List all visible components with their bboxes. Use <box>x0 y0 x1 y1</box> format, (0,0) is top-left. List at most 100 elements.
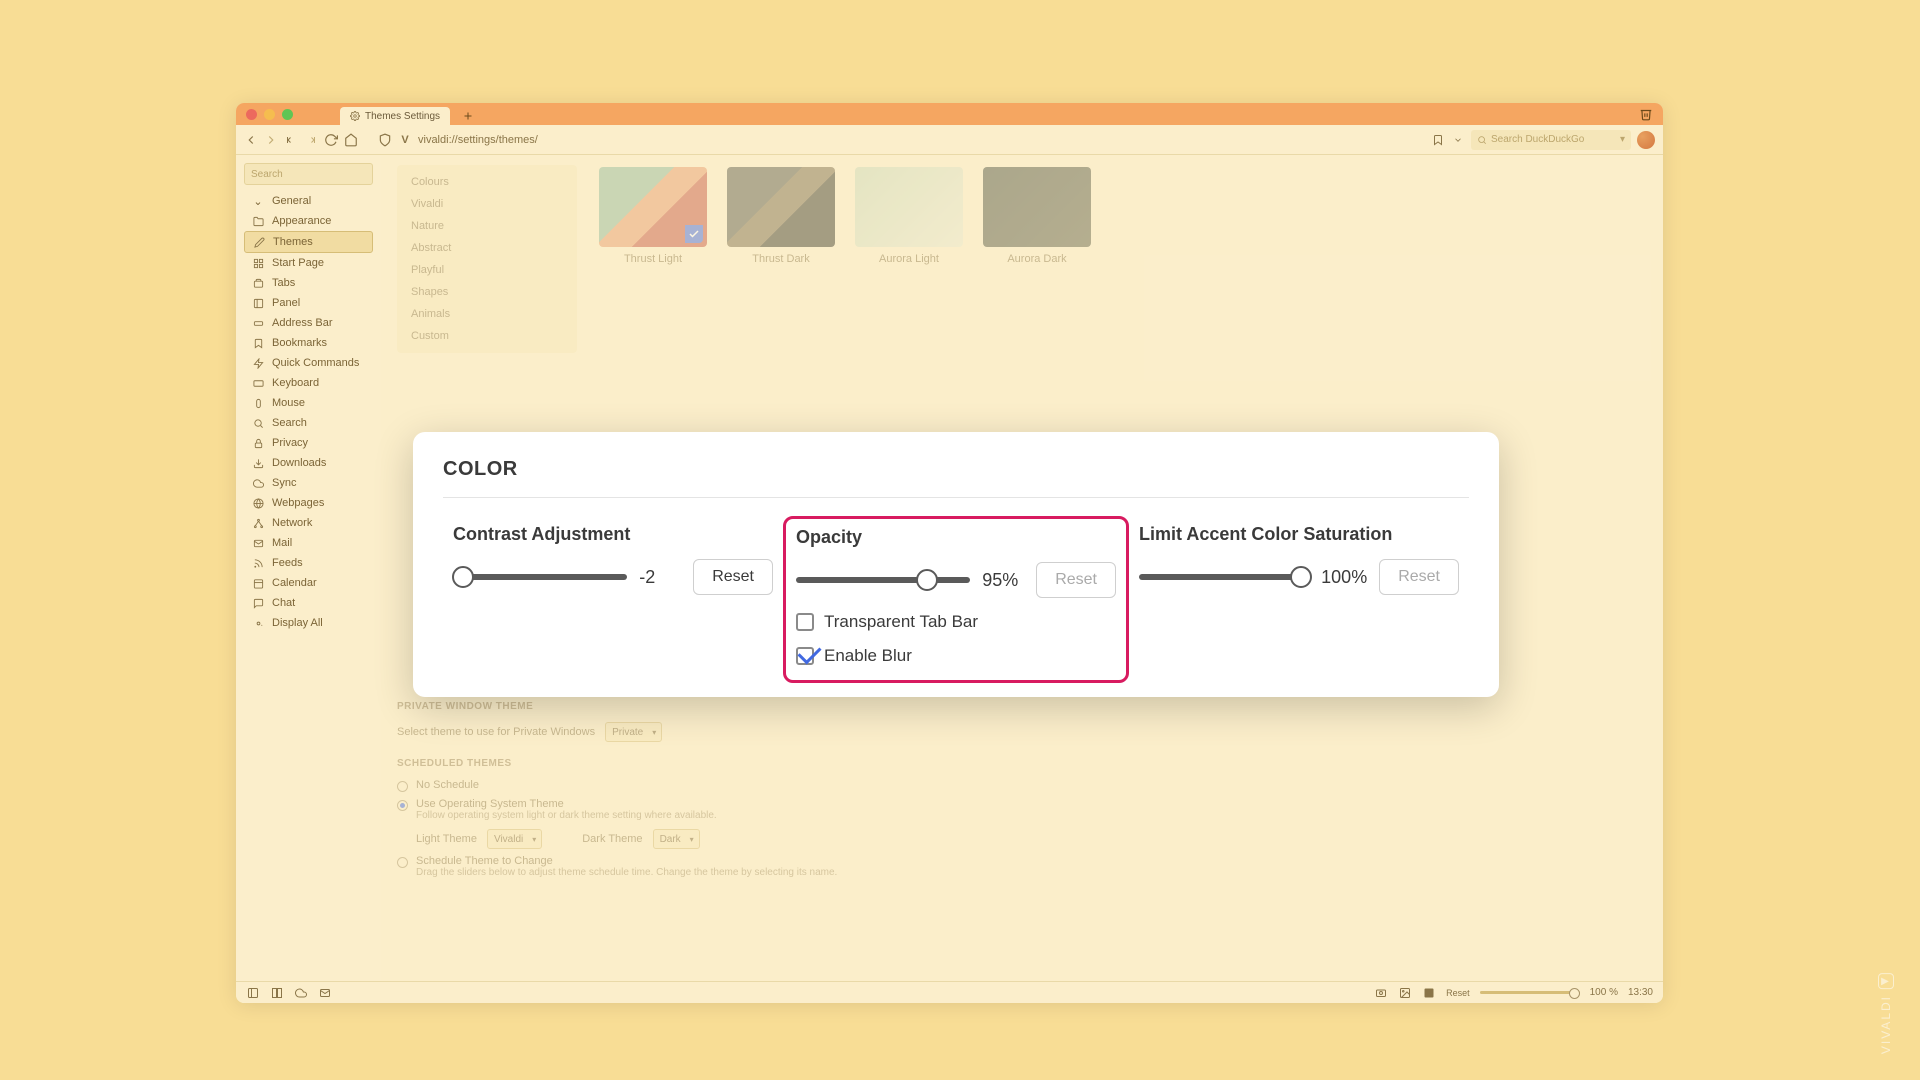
sidebar-item-network[interactable]: Network <box>244 513 373 533</box>
category-abstract[interactable]: Abstract <box>397 237 577 259</box>
bookmark-icon[interactable] <box>1431 133 1445 147</box>
vivaldi-watermark: VIVALDI ▶ <box>1878 973 1894 1054</box>
selected-check-icon <box>685 225 703 243</box>
network-icon <box>252 517 264 529</box>
sidebar-item-tabs[interactable]: Tabs <box>244 273 373 293</box>
clock: 13:30 <box>1628 987 1653 998</box>
rss-icon <box>252 557 264 569</box>
category-playful[interactable]: Playful <box>397 259 577 281</box>
sidebar-item-display-all[interactable]: Display All <box>244 613 373 633</box>
window-close-button[interactable] <box>246 109 257 120</box>
theme-card[interactable]: Aurora Light <box>855 167 963 265</box>
status-bar: Reset 100 % 13:30 <box>236 981 1663 1003</box>
mail-icon <box>252 537 264 549</box>
saturation-slider[interactable] <box>1139 574 1309 580</box>
capture-icon[interactable] <box>1374 986 1388 1000</box>
dark-theme-select[interactable]: Dark <box>653 829 700 849</box>
tiling-icon[interactable] <box>270 986 284 1000</box>
shield-icon[interactable] <box>378 133 392 147</box>
slider-handle[interactable] <box>1290 566 1312 588</box>
radio-no-schedule[interactable]: No Schedule <box>397 779 1647 792</box>
tab-label: Themes Settings <box>365 111 440 122</box>
section-heading: PRIVATE WINDOW THEME <box>397 701 1647 712</box>
sidebar-search-input[interactable]: Search <box>244 163 373 185</box>
opacity-column: Opacity 95% Reset Transparent Tab Bar En… <box>783 516 1129 683</box>
theme-grid: Thrust Light Thrust Dark Aurora Light Au… <box>599 167 1091 265</box>
sidebar-item-keyboard[interactable]: Keyboard <box>244 373 373 393</box>
sidebar-item-quick-commands[interactable]: Quick Commands <box>244 353 373 373</box>
sidebar-item-webpages[interactable]: Webpages <box>244 493 373 513</box>
nav-fastforward-button[interactable] <box>304 133 318 147</box>
category-shapes[interactable]: Shapes <box>397 281 577 303</box>
checkbox-icon <box>796 613 814 631</box>
mail-status-icon[interactable] <box>318 986 332 1000</box>
category-colours[interactable]: Colours <box>397 171 577 193</box>
category-custom[interactable]: Custom <box>397 325 577 347</box>
reload-button[interactable] <box>324 133 338 147</box>
url-field[interactable]: vivaldi://settings/themes/ <box>418 134 1425 146</box>
category-animals[interactable]: Animals <box>397 303 577 325</box>
opacity-slider[interactable] <box>796 577 970 583</box>
scheduled-themes-section: PRIVATE WINDOW THEME Select theme to use… <box>397 685 1647 884</box>
tab-themes-settings[interactable]: Themes Settings <box>340 107 450 125</box>
theme-category-list: Colours Vivaldi Nature Abstract Playful … <box>397 165 577 353</box>
home-button[interactable] <box>344 133 358 147</box>
theme-thumbnail <box>727 167 835 247</box>
nav-rewind-button[interactable] <box>284 133 298 147</box>
theme-card[interactable]: Aurora Dark <box>983 167 1091 265</box>
sidebar-item-privacy[interactable]: Privacy <box>244 433 373 453</box>
page-actions-icon[interactable] <box>1422 986 1436 1000</box>
saturation-reset-button[interactable]: Reset <box>1379 559 1459 595</box>
sidebar-item-downloads[interactable]: Downloads <box>244 453 373 473</box>
sidebar-item-general[interactable]: ⌄General <box>244 191 373 211</box>
light-theme-select[interactable]: Vivaldi <box>487 829 542 849</box>
mouse-icon <box>252 397 264 409</box>
sidebar-item-themes[interactable]: Themes <box>244 231 373 253</box>
toggle-images-icon[interactable] <box>1398 986 1412 1000</box>
radio-schedule-change[interactable]: Schedule Theme to Change Drag the slider… <box>397 855 1647 878</box>
slider-handle[interactable] <box>452 566 474 588</box>
sidebar-item-feeds[interactable]: Feeds <box>244 553 373 573</box>
contrast-reset-button[interactable]: Reset <box>693 559 773 595</box>
sidebar-item-mail[interactable]: Mail <box>244 533 373 553</box>
search-input[interactable]: Search DuckDuckGo ▾ <box>1471 130 1631 150</box>
zoom-value: 100 % <box>1590 987 1618 998</box>
private-theme-select[interactable]: Private <box>605 722 662 742</box>
nav-back-button[interactable] <box>244 133 258 147</box>
contrast-slider[interactable] <box>453 574 627 580</box>
sidebar-item-address-bar[interactable]: Address Bar <box>244 313 373 333</box>
panel-toggle-icon[interactable] <box>246 986 260 1000</box>
sidebar-item-panel[interactable]: Panel <box>244 293 373 313</box>
sidebar-item-calendar[interactable]: Calendar <box>244 573 373 593</box>
sidebar-item-start-page[interactable]: Start Page <box>244 253 373 273</box>
opacity-reset-button[interactable]: Reset <box>1036 562 1116 598</box>
window-maximize-button[interactable] <box>282 109 293 120</box>
sidebar-item-appearance[interactable]: Appearance <box>244 211 373 231</box>
address-icon <box>252 317 264 329</box>
zoom-reset-link[interactable]: Reset <box>1446 988 1470 998</box>
sync-icon[interactable] <box>294 986 308 1000</box>
category-nature[interactable]: Nature <box>397 215 577 237</box>
window-minimize-button[interactable] <box>264 109 275 120</box>
sidebar-item-sync[interactable]: Sync <box>244 473 373 493</box>
theme-name: Aurora Light <box>879 253 939 265</box>
slider-handle[interactable] <box>916 569 938 591</box>
theme-card[interactable]: Thrust Dark <box>727 167 835 265</box>
category-vivaldi[interactable]: Vivaldi <box>397 193 577 215</box>
theme-card[interactable]: Thrust Light <box>599 167 707 265</box>
radio-os-theme[interactable]: Use Operating System Theme Follow operat… <box>397 798 1647 849</box>
contrast-label: Contrast Adjustment <box>453 524 773 545</box>
trash-icon[interactable] <box>1639 107 1653 121</box>
zoom-slider[interactable] <box>1480 991 1580 994</box>
sidebar-item-search[interactable]: Search <box>244 413 373 433</box>
sidebar-item-mouse[interactable]: Mouse <box>244 393 373 413</box>
transparent-tabbar-checkbox[interactable]: Transparent Tab Bar <box>796 612 1116 632</box>
theme-thumbnail <box>599 167 707 247</box>
sidebar-item-bookmarks[interactable]: Bookmarks <box>244 333 373 353</box>
nav-forward-button[interactable] <box>264 133 278 147</box>
avatar[interactable] <box>1637 131 1655 149</box>
new-tab-button[interactable] <box>460 108 476 124</box>
enable-blur-checkbox[interactable]: Enable Blur <box>796 646 1116 666</box>
sidebar-item-chat[interactable]: Chat <box>244 593 373 613</box>
chevron-down-icon[interactable] <box>1451 133 1465 147</box>
